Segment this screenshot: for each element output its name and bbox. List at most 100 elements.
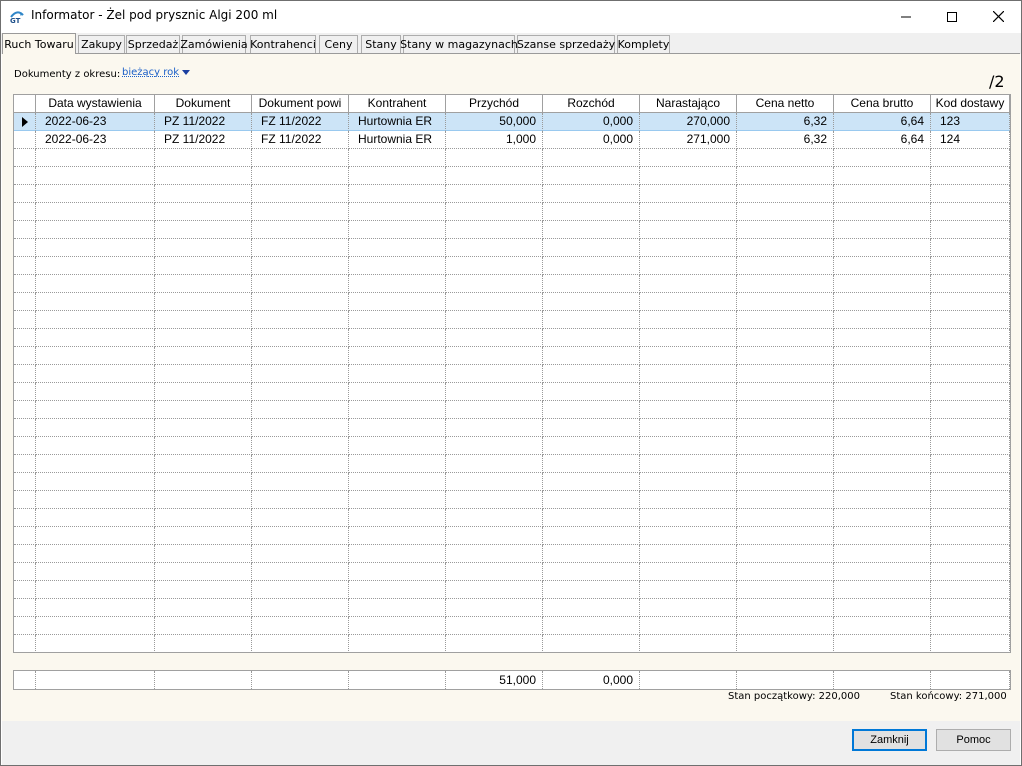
empty-cell [349, 401, 446, 419]
empty-cell [36, 293, 155, 311]
empty-cell [252, 437, 349, 455]
empty-cell [834, 419, 931, 437]
empty-cell [543, 473, 640, 491]
tab-ruch-towaru[interactable]: Ruch Towaru [2, 33, 76, 54]
tab-sprzedaz[interactable]: Sprzedaż [126, 35, 180, 53]
empty-cell [737, 509, 834, 527]
window-title: Informator - Żel pod prysznic Algi 200 m… [31, 8, 278, 22]
empty-cell [543, 293, 640, 311]
empty-cell [252, 383, 349, 401]
empty-cell [36, 365, 155, 383]
empty-cell [737, 257, 834, 275]
table-row[interactable]: 2022-06-23 PZ 11/2022 FZ 11/2022 Hurtown… [14, 113, 1010, 131]
close-button[interactable]: Zamknij [852, 729, 927, 751]
empty-cell [252, 203, 349, 221]
empty-cell [931, 329, 1010, 347]
stock-movement-grid[interactable]: Data wystawienia Dokument Dokument powi … [13, 94, 1011, 653]
stan-poczatkowy: Stan początkowy: 220,000 [728, 691, 860, 702]
empty-cell [349, 365, 446, 383]
header-narastajaco[interactable]: Narastająco [640, 95, 737, 113]
maximize-button[interactable] [929, 1, 975, 32]
empty-cell [737, 203, 834, 221]
tab-zamowienia[interactable]: Zamówienia [180, 35, 248, 53]
empty-cell [640, 545, 737, 563]
header-kontrahent[interactable]: Kontrahent [349, 95, 446, 113]
empty-cell [252, 149, 349, 167]
empty-cell [543, 509, 640, 527]
empty-cell [252, 365, 349, 383]
tab-stany-w-magazynach[interactable]: Stany w magazynach [400, 35, 518, 53]
header-przychod[interactable]: Przychód [446, 95, 543, 113]
empty-cell [834, 185, 931, 203]
title-bar: GT Informator - Żel pod prysznic Algi 20… [1, 1, 1021, 32]
period-value: bieżący rok [122, 67, 180, 78]
empty-table-row [14, 419, 1010, 437]
period-dropdown[interactable]: bieżący rok [122, 67, 191, 78]
tab-szanse-sprzedazy[interactable]: Szanse sprzedaży [517, 35, 615, 53]
empty-cell [543, 491, 640, 509]
cell-kontrahent: Hurtownia ER [349, 113, 446, 131]
table-row[interactable]: 2022-06-23 PZ 11/2022 FZ 11/2022 Hurtown… [14, 131, 1010, 149]
header-data-wystawienia[interactable]: Data wystawienia [36, 95, 155, 113]
empty-cell [931, 221, 1010, 239]
empty-cell [14, 509, 36, 527]
empty-cell [640, 509, 737, 527]
cell-przychod: 50,000 [446, 113, 543, 131]
cell-dokument-powiazany: FZ 11/2022 [252, 131, 349, 149]
empty-cell [834, 455, 931, 473]
header-cena-netto[interactable]: Cena netto [737, 95, 834, 113]
cell-kod-dostawy: 124 [931, 131, 1010, 149]
empty-cell [252, 239, 349, 257]
empty-cell [543, 311, 640, 329]
empty-cell [14, 347, 36, 365]
tab-ceny[interactable]: Ceny [319, 35, 358, 53]
empty-cell [931, 203, 1010, 221]
empty-cell [14, 455, 36, 473]
empty-cell [543, 275, 640, 293]
empty-cell [252, 491, 349, 509]
empty-table-row [14, 617, 1010, 635]
tab-kontrahenci[interactable]: Kontrahenci [250, 35, 316, 53]
tab-strip: Ruch Towaru Zakupy Sprzedaż Zamówienia K… [1, 33, 1021, 54]
empty-cell [349, 527, 446, 545]
empty-cell [155, 167, 252, 185]
totals-cell-empty [834, 671, 931, 689]
empty-cell [155, 509, 252, 527]
empty-cell [931, 491, 1010, 509]
empty-cell [640, 635, 737, 652]
empty-cell [155, 419, 252, 437]
tab-komplety[interactable]: Komplety [617, 35, 670, 53]
header-cena-brutto[interactable]: Cena brutto [834, 95, 931, 113]
empty-cell [36, 509, 155, 527]
empty-cell [640, 185, 737, 203]
empty-cell [834, 239, 931, 257]
header-dokument-powiazany[interactable]: Dokument powi [252, 95, 349, 113]
stan-koncowy-value: 271,000 [965, 691, 1007, 702]
empty-cell [931, 401, 1010, 419]
minimize-button[interactable] [883, 1, 929, 32]
header-dokument[interactable]: Dokument [155, 95, 252, 113]
empty-cell [931, 167, 1010, 185]
cell-rozchod: 0,000 [543, 113, 640, 131]
totals-cell-empty [36, 671, 155, 689]
empty-cell [543, 383, 640, 401]
empty-cell [155, 221, 252, 239]
empty-cell [252, 311, 349, 329]
empty-cell [349, 275, 446, 293]
empty-cell [446, 599, 543, 617]
informator-window: GT Informator - Żel pod prysznic Algi 20… [0, 0, 1022, 766]
empty-cell [446, 527, 543, 545]
help-button[interactable]: Pomoc [936, 729, 1011, 751]
header-kod-dostawy[interactable]: Kod dostawy [931, 95, 1010, 113]
totals-cell-empty [155, 671, 252, 689]
close-window-button[interactable] [975, 1, 1021, 32]
empty-cell [834, 527, 931, 545]
empty-cell [349, 329, 446, 347]
empty-table-row [14, 491, 1010, 509]
cell-data-wystawienia: 2022-06-23 [36, 113, 155, 131]
tab-zakupy[interactable]: Zakupy [78, 35, 125, 53]
tab-stany[interactable]: Stany [361, 35, 401, 53]
header-rozchod[interactable]: Rozchód [543, 95, 640, 113]
cell-cena-netto: 6,32 [737, 113, 834, 131]
empty-table-row [14, 509, 1010, 527]
